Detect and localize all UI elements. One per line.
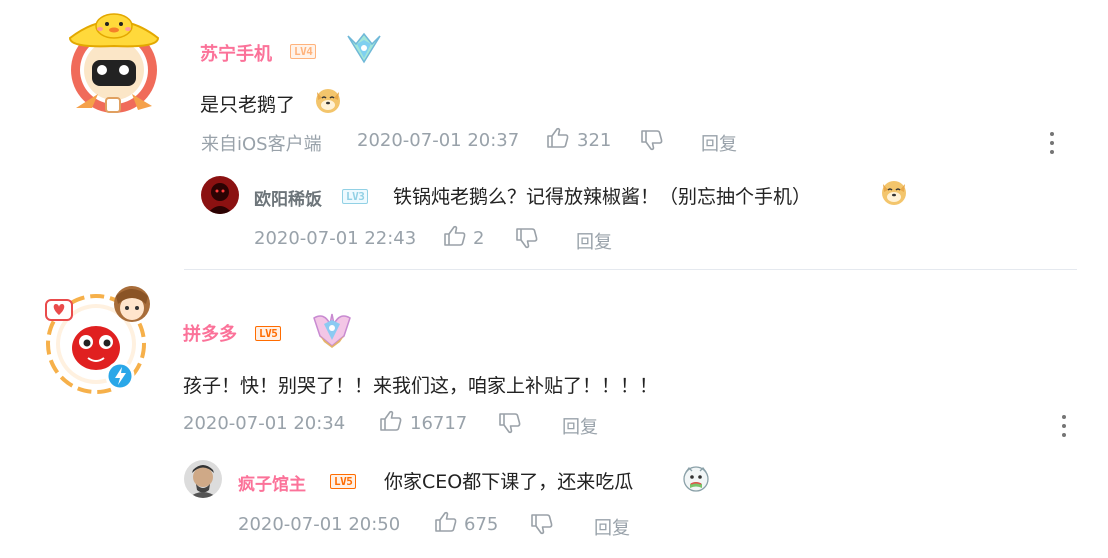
reply-button[interactable]: 回复 xyxy=(562,413,598,439)
level-badge: LV5 xyxy=(330,474,357,489)
avatar-image xyxy=(201,176,239,214)
username[interactable]: 拼多多 xyxy=(183,320,237,346)
reply-button[interactable]: 回复 xyxy=(576,228,612,254)
reply-avatar[interactable] xyxy=(201,176,239,214)
username[interactable]: 苏宁手机 xyxy=(200,40,272,66)
level-badge: LV4 xyxy=(290,44,317,59)
dislike-button[interactable] xyxy=(498,412,522,438)
eating-melon-emoji xyxy=(682,464,710,496)
like-icon xyxy=(547,127,569,148)
like-button[interactable] xyxy=(546,127,570,153)
dislike-icon xyxy=(499,413,521,434)
dislike-icon xyxy=(516,228,538,249)
like-icon xyxy=(444,225,466,246)
medal-badge-icon xyxy=(344,30,384,72)
reply-username[interactable]: 疯子馆主 xyxy=(238,470,306,495)
doge-emoji xyxy=(880,178,908,210)
medal-badge-icon xyxy=(310,310,354,354)
avatar-image xyxy=(45,286,150,394)
reply-text: 铁锅炖老鹅么？记得放辣椒酱！（别忘抽个手机） xyxy=(393,186,812,208)
like-button[interactable] xyxy=(443,225,467,251)
more-icon[interactable] xyxy=(1061,415,1067,442)
like-button[interactable] xyxy=(379,410,403,436)
like-count: 2 xyxy=(473,228,485,249)
reply-avatar[interactable] xyxy=(184,460,222,498)
comment-divider xyxy=(184,269,1077,270)
dislike-icon xyxy=(531,514,553,535)
dislike-icon xyxy=(641,130,663,151)
comment-time: 2020-07-01 20:37 xyxy=(357,130,520,151)
reply-button[interactable]: 回复 xyxy=(701,130,737,156)
dislike-button[interactable] xyxy=(530,513,554,539)
comment-source: 来自iOS客户端 xyxy=(201,134,322,155)
reply-username[interactable]: 欧阳稀饭 xyxy=(254,185,322,210)
comment-time: 2020-07-01 20:34 xyxy=(183,413,346,434)
user-avatar-pendant[interactable] xyxy=(40,282,156,398)
reply-button[interactable]: 回复 xyxy=(594,514,630,540)
like-icon xyxy=(435,511,457,532)
avatar-image xyxy=(184,460,222,498)
avatar-image xyxy=(68,13,160,113)
doge-emoji xyxy=(314,86,342,118)
level-badge: LV3 xyxy=(342,189,369,204)
dislike-button[interactable] xyxy=(640,129,664,155)
dislike-button[interactable] xyxy=(515,227,539,253)
reply-text: 你家CEO都下课了，还来吃瓜 xyxy=(384,471,634,493)
more-icon[interactable] xyxy=(1049,132,1055,159)
reply-time: 2020-07-01 20:50 xyxy=(238,514,401,535)
comment-text: 是只老鹅了 xyxy=(200,94,296,116)
like-count: 675 xyxy=(464,514,499,535)
like-icon xyxy=(380,410,402,431)
like-button[interactable] xyxy=(434,511,458,537)
user-avatar-pendant[interactable] xyxy=(62,8,166,120)
comment-text: 孩子！快！别哭了！！来我们这，咱家上补贴了！！！！ xyxy=(183,375,659,397)
like-count: 321 xyxy=(577,130,612,151)
like-count: 16717 xyxy=(410,413,468,434)
reply-time: 2020-07-01 22:43 xyxy=(254,228,417,249)
level-badge: LV5 xyxy=(255,326,282,341)
